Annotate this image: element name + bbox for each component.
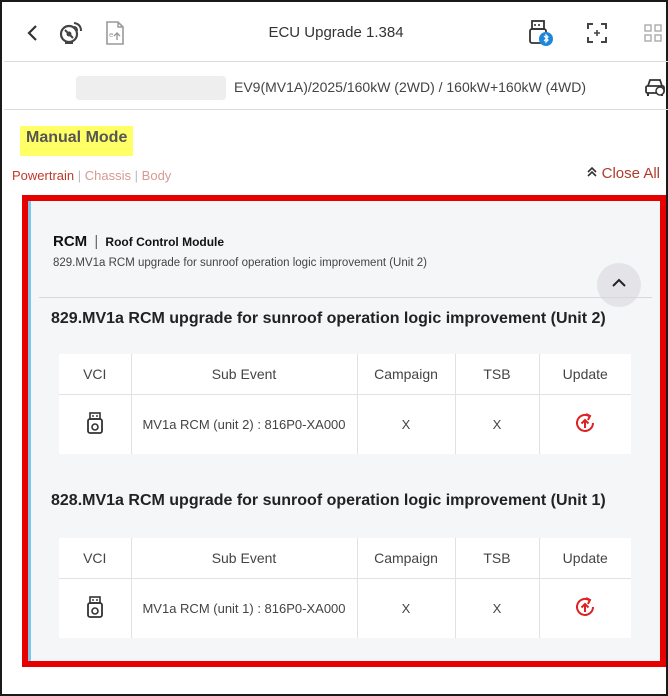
event-title: 828.MV1a RCM upgrade for sunroof operati…	[51, 492, 606, 509]
module-separator: |	[94, 233, 99, 250]
filter-separator: |	[134, 168, 139, 183]
tsb-cell: X	[455, 394, 540, 454]
app-window: e ECU Upgrade 1.384 EV9(MV1A)/2025/160kW…	[0, 0, 668, 696]
vehicle-spec: EV9(MV1A)/2025/160kW (2WD) / 160kW+160kW…	[234, 79, 587, 95]
table-row: MV1a RCM (unit 2) : 816P0-XA000 X X	[59, 394, 631, 454]
usb-bluetooth-icon[interactable]	[526, 18, 556, 48]
tab-powertrain[interactable]: Powertrain	[12, 168, 74, 183]
double-chevron-up-icon	[586, 165, 598, 182]
module-code: RCM	[53, 233, 88, 250]
system-filter-tabs: Powertrain | Chassis | Body	[12, 168, 171, 183]
update-icon[interactable]	[573, 596, 597, 622]
divider	[39, 297, 652, 298]
col-header-sub-event: Sub Event	[131, 538, 358, 579]
tsb-cell: X	[455, 578, 540, 638]
col-header-update: Update	[539, 538, 631, 579]
close-all-label: Close All	[601, 165, 660, 182]
filter-separator: |	[77, 168, 82, 183]
col-header-campaign: Campaign	[357, 354, 456, 395]
col-header-update: Update	[539, 354, 631, 395]
update-cell	[539, 578, 631, 638]
col-header-sub-event: Sub Event	[131, 354, 358, 395]
car-settings-icon[interactable]	[644, 76, 666, 98]
table-header-row: VCI Sub Event Campaign TSB Update	[59, 538, 631, 579]
tab-body[interactable]: Body	[142, 168, 172, 183]
grid-icon[interactable]	[638, 18, 668, 48]
campaign-cell: X	[357, 394, 456, 454]
sub-event-cell: MV1a RCM (unit 1) : 816P0-XA000	[131, 578, 358, 638]
vehicle-info-row: EV9(MV1A)/2025/160kW (2WD) / 160kW+160kW…	[4, 62, 668, 110]
redacted-vin	[76, 76, 226, 100]
vci-device-icon	[85, 595, 105, 622]
tab-chassis[interactable]: Chassis	[85, 168, 131, 183]
module-name: Roof Control Module	[105, 235, 225, 249]
module-title: RCM | Roof Control Module	[53, 233, 224, 250]
module-card: RCM | Roof Control Module 829.MV1a RCM u…	[28, 201, 660, 661]
highlight-box: RCM | Roof Control Module 829.MV1a RCM u…	[22, 195, 666, 667]
table-row: MV1a RCM (unit 1) : 816P0-XA000 X X	[59, 578, 631, 638]
module-subtitle: 829.MV1a RCM upgrade for sunroof operati…	[53, 257, 427, 269]
col-header-vci: VCI	[59, 538, 132, 579]
chevron-up-icon	[611, 276, 627, 294]
event-title: 829.MV1a RCM upgrade for sunroof operati…	[51, 310, 606, 327]
top-bar: e ECU Upgrade 1.384	[4, 4, 668, 62]
mode-label: Manual Mode	[20, 126, 134, 156]
table-header-row: VCI Sub Event Campaign TSB Update	[59, 354, 631, 395]
vci-cell	[59, 394, 132, 454]
close-all-button[interactable]: Close All	[586, 165, 660, 182]
col-header-tsb: TSB	[455, 354, 540, 395]
fullscreen-icon[interactable]	[582, 18, 612, 48]
col-header-campaign: Campaign	[357, 538, 456, 579]
event-table: VCI Sub Event Campaign TSB Update MV1a R…	[59, 538, 631, 638]
update-cell	[539, 394, 631, 454]
module-header[interactable]: RCM | Roof Control Module 829.MV1a RCM u…	[31, 201, 660, 287]
campaign-cell: X	[357, 578, 456, 638]
vci-cell	[59, 578, 132, 638]
col-header-vci: VCI	[59, 354, 132, 395]
collapse-button[interactable]	[597, 263, 641, 307]
event-table: VCI Sub Event Campaign TSB Update MV1a R…	[59, 354, 631, 454]
update-icon[interactable]	[573, 412, 597, 438]
page-title: ECU Upgrade 1.384	[268, 24, 404, 41]
sub-event-cell: MV1a RCM (unit 2) : 816P0-XA000	[131, 394, 358, 454]
col-header-tsb: TSB	[455, 538, 540, 579]
vci-device-icon	[85, 411, 105, 438]
